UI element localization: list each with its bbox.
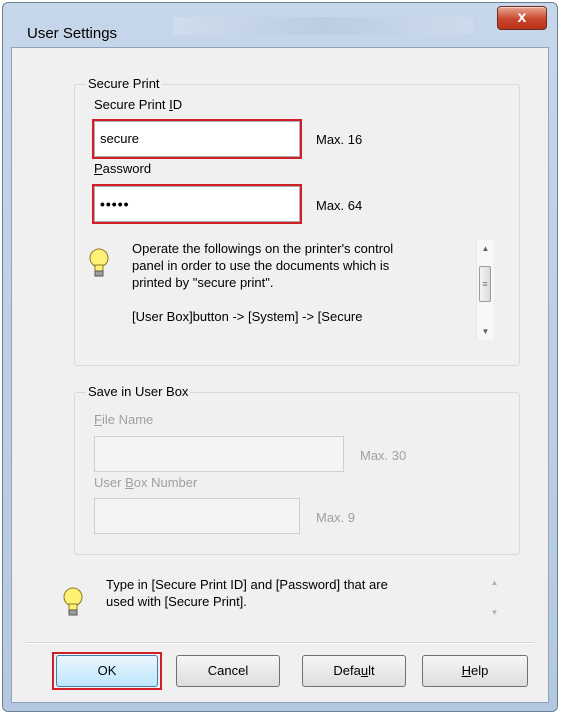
- ok-button-highlight: [52, 652, 162, 690]
- password-label: Password: [94, 161, 152, 176]
- password-max: Max. 64: [316, 198, 363, 213]
- hint-scrollbar: ▲ ▼: [486, 574, 503, 622]
- info-line: Operate the followings on the printer's …: [132, 241, 394, 256]
- info-line: [132, 291, 462, 308]
- scroll-up-icon[interactable]: ▲: [477, 240, 494, 257]
- info-line: [User Box]button -> [System] -> [Secure: [132, 309, 363, 324]
- user-box-number-max: Max. 9: [316, 510, 356, 525]
- secure-print-id-label: Secure Print ID: [94, 97, 183, 112]
- file-name-input[interactable]: [94, 436, 344, 472]
- secure-print-id-max: Max. 16: [316, 132, 363, 147]
- user-box-number-input[interactable]: [94, 498, 300, 534]
- info-line: panel in order to use the documents whic…: [132, 258, 390, 273]
- help-button[interactable]: Help: [422, 655, 528, 687]
- lightbulb-icon: [89, 248, 109, 277]
- scroll-thumb[interactable]: ≡: [479, 266, 491, 302]
- lightbulb-icon: [63, 587, 83, 616]
- password-highlight: [92, 184, 302, 224]
- hint-text: Type in [Secure Print ID] and [Password]…: [106, 576, 466, 610]
- hint-line: Type in [Secure Print ID] and [Password]…: [106, 577, 388, 592]
- user-box-group-title: Save in User Box: [86, 384, 191, 399]
- button-separator: [26, 642, 534, 644]
- secure-print-info-text: Operate the followings on the printer's …: [132, 240, 462, 325]
- scroll-down-icon[interactable]: ▼: [477, 323, 494, 340]
- secure-print-id-highlight: [92, 119, 302, 159]
- scroll-up-icon: ▲: [490, 578, 499, 587]
- background-window-ghost: [173, 17, 473, 35]
- file-name-label: File Name: [94, 412, 154, 427]
- close-button[interactable]: x: [497, 6, 547, 30]
- hint-line: used with [Secure Print].: [106, 594, 247, 609]
- info-scrollbar[interactable]: ▲ ≡ ▼: [476, 240, 494, 340]
- dialog-window: User Settings x Secure Print Secure Prin…: [2, 2, 558, 712]
- close-icon: x: [517, 9, 527, 26]
- default-button[interactable]: Default: [302, 655, 406, 687]
- dialog-client-area: Secure Print Secure Print ID secure Max.…: [11, 47, 549, 703]
- user-box-number-label: User Box Number: [94, 475, 198, 490]
- file-name-max: Max. 30: [360, 448, 407, 463]
- cancel-button[interactable]: Cancel: [176, 655, 280, 687]
- scroll-down-icon: ▼: [490, 608, 499, 617]
- info-line: printed by "secure print".: [132, 275, 274, 290]
- secure-print-group-title: Secure Print: [86, 76, 162, 91]
- title-bar[interactable]: User Settings x: [3, 3, 557, 47]
- window-title: User Settings: [27, 25, 118, 42]
